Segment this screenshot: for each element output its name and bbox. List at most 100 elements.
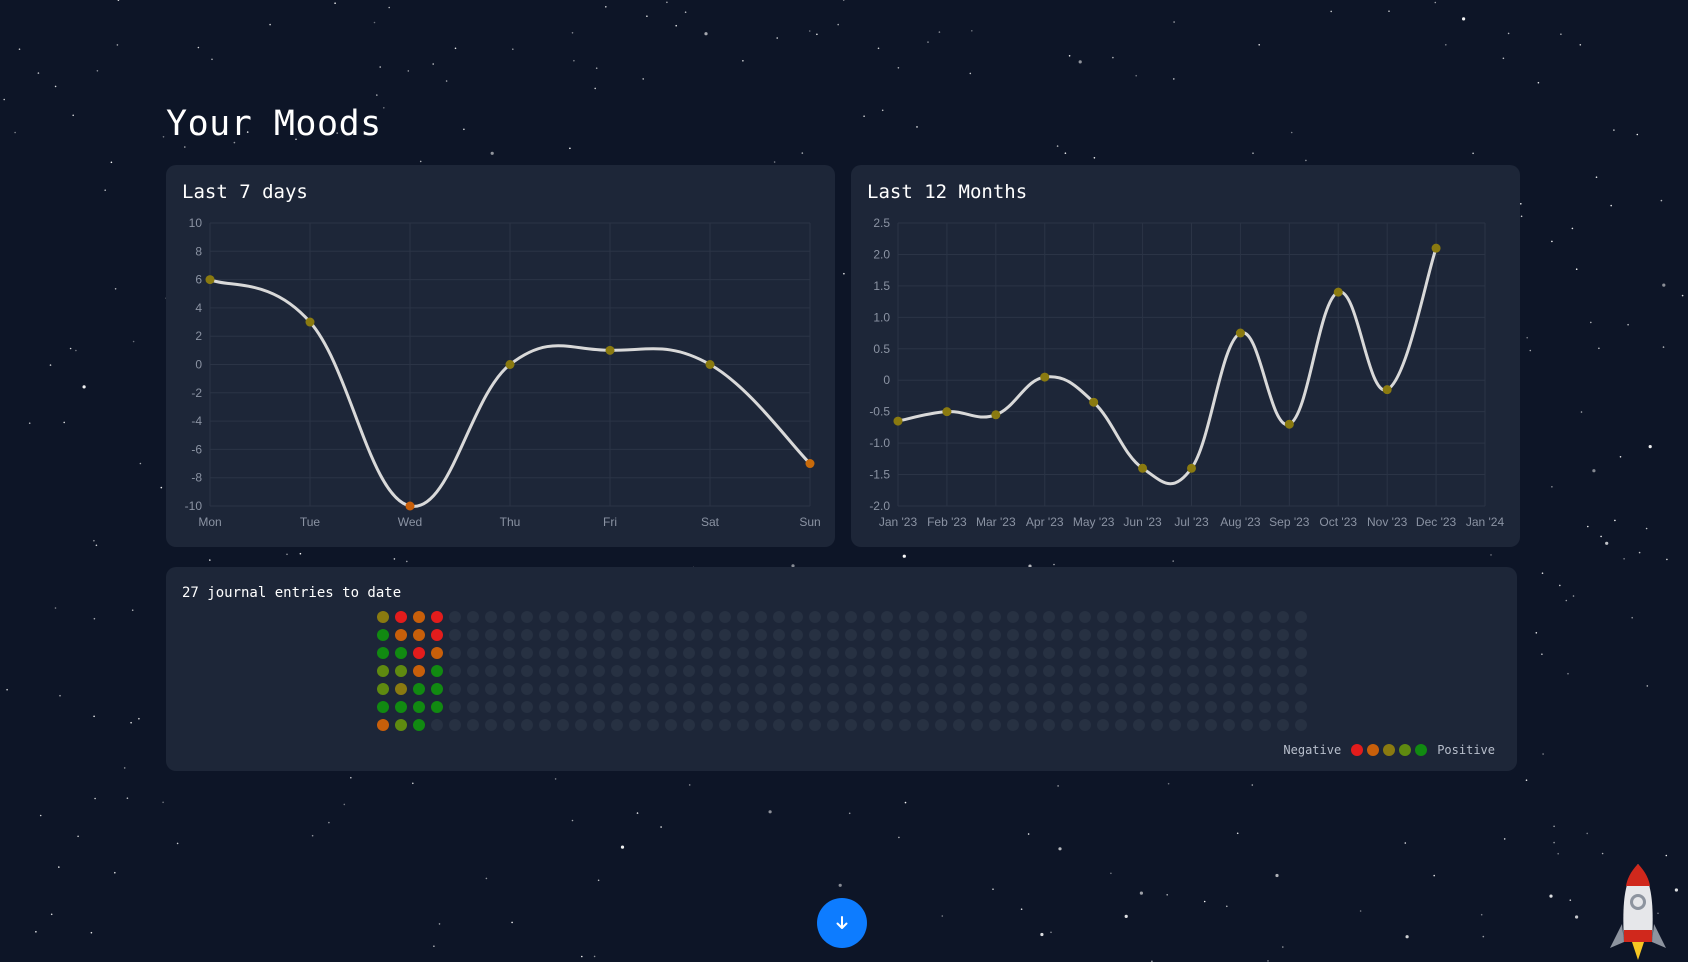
data-point[interactable]: [893, 416, 903, 426]
empty-day-dot: [953, 647, 965, 659]
scroll-down-button[interactable]: [817, 898, 867, 948]
arrow-down-icon: [836, 916, 848, 929]
mood-entry-dot[interactable]: [395, 683, 407, 695]
data-point[interactable]: [805, 459, 815, 469]
star: [1613, 129, 1615, 131]
mood-series-line: [897, 247, 1438, 486]
mood-entry-dot[interactable]: [395, 629, 407, 641]
data-point[interactable]: [942, 407, 952, 417]
empty-day-dot: [665, 719, 677, 731]
mood-entry-dot[interactable]: [377, 701, 389, 713]
star: [6, 688, 8, 691]
mood-entry-dot[interactable]: [377, 665, 389, 677]
rocket-icon[interactable]: [1606, 862, 1670, 962]
data-point[interactable]: [405, 501, 415, 511]
weekly-mood-card: Last 7 days 10 8 6 4 2 0 -2 -4 -6 -8 -10 Mon Tue Wed T…: [166, 165, 835, 547]
star: [131, 609, 134, 611]
mood-entry-dot[interactable]: [413, 719, 425, 731]
empty-day-dot: [1241, 629, 1253, 641]
empty-day-dot: [827, 665, 839, 677]
data-point[interactable]: [1187, 463, 1196, 473]
mood-entry-dot[interactable]: [431, 611, 443, 623]
mood-entry-dot[interactable]: [377, 629, 389, 641]
star: [848, 812, 851, 815]
empty-day-dot: [431, 719, 443, 731]
empty-day-dot: [935, 701, 947, 713]
empty-day-dot: [1241, 701, 1253, 713]
mood-entry-dot[interactable]: [413, 647, 425, 659]
mood-entry-dot[interactable]: [377, 647, 389, 659]
x-tick-label: Fri: [603, 515, 617, 529]
data-point[interactable]: [991, 410, 1001, 420]
empty-day-dot: [1115, 611, 1127, 623]
data-point[interactable]: [305, 317, 315, 327]
mood-entry-dot[interactable]: [431, 701, 443, 713]
star: [1507, 32, 1510, 35]
empty-day-dot: [737, 683, 749, 695]
empty-day-dot: [611, 683, 623, 695]
mood-entry-dot[interactable]: [413, 611, 425, 623]
data-point[interactable]: [205, 275, 215, 285]
data-point[interactable]: [1138, 463, 1148, 473]
star: [1579, 44, 1582, 46]
empty-day-dot: [1043, 665, 1055, 677]
empty-day-dot: [1205, 647, 1217, 659]
data-point[interactable]: [1284, 419, 1294, 429]
empty-day-dot: [1043, 611, 1055, 623]
empty-day-dot: [539, 629, 551, 641]
mood-entry-dot[interactable]: [431, 629, 443, 641]
mood-entry-dot[interactable]: [413, 683, 425, 695]
star: [916, 126, 918, 128]
mood-entry-dot[interactable]: [431, 647, 443, 659]
empty-day-dot: [1079, 647, 1091, 659]
mood-entry-dot[interactable]: [413, 701, 425, 713]
mood-entry-dot[interactable]: [395, 665, 407, 677]
empty-day-dot: [917, 611, 929, 623]
data-point[interactable]: [1040, 372, 1050, 382]
star: [59, 694, 61, 697]
mood-entry-dot[interactable]: [377, 719, 389, 731]
data-point[interactable]: [1382, 385, 1392, 395]
data-point[interactable]: [1431, 243, 1441, 253]
empty-day-dot: [1187, 629, 1199, 641]
empty-day-dot: [1133, 719, 1145, 731]
x-tick-label: Feb '23: [927, 515, 967, 529]
star: [1623, 558, 1625, 560]
star: [1627, 323, 1629, 326]
data-point[interactable]: [605, 345, 615, 355]
empty-day-dot: [593, 629, 605, 641]
data-point[interactable]: [505, 360, 515, 369]
mood-entry-dot[interactable]: [395, 701, 407, 713]
empty-day-dot: [989, 611, 1001, 623]
star: [971, 30, 973, 32]
data-point[interactable]: [1333, 287, 1343, 297]
star: [18, 48, 21, 50]
mood-entry-dot[interactable]: [377, 683, 389, 695]
star: [35, 931, 37, 933]
empty-day-dot: [1061, 683, 1073, 695]
star: [1529, 349, 1532, 352]
star: [63, 421, 65, 424]
empty-day-dot: [1241, 647, 1253, 659]
empty-day-dot: [1205, 629, 1217, 641]
empty-day-dot: [647, 611, 659, 623]
mood-entry-dot[interactable]: [395, 719, 407, 731]
star: [90, 931, 93, 934]
mood-entry-dot[interactable]: [395, 647, 407, 659]
mood-entry-dot[interactable]: [413, 629, 425, 641]
empty-day-dot: [917, 701, 929, 713]
mood-entry-dot[interactable]: [431, 683, 443, 695]
data-point[interactable]: [1235, 328, 1245, 338]
mood-entry-dot[interactable]: [431, 665, 443, 677]
star: [419, 160, 422, 163]
empty-day-dot: [791, 647, 803, 659]
data-point[interactable]: [705, 360, 715, 369]
data-point[interactable]: [1089, 397, 1099, 407]
mood-entry-dot[interactable]: [395, 611, 407, 623]
empty-day-dot: [863, 647, 875, 659]
star: [1681, 294, 1684, 297]
y-tick-label: -1.5: [869, 468, 890, 482]
mood-entry-dot[interactable]: [377, 611, 389, 623]
mood-entry-dot[interactable]: [413, 665, 425, 677]
star: [816, 33, 818, 36]
